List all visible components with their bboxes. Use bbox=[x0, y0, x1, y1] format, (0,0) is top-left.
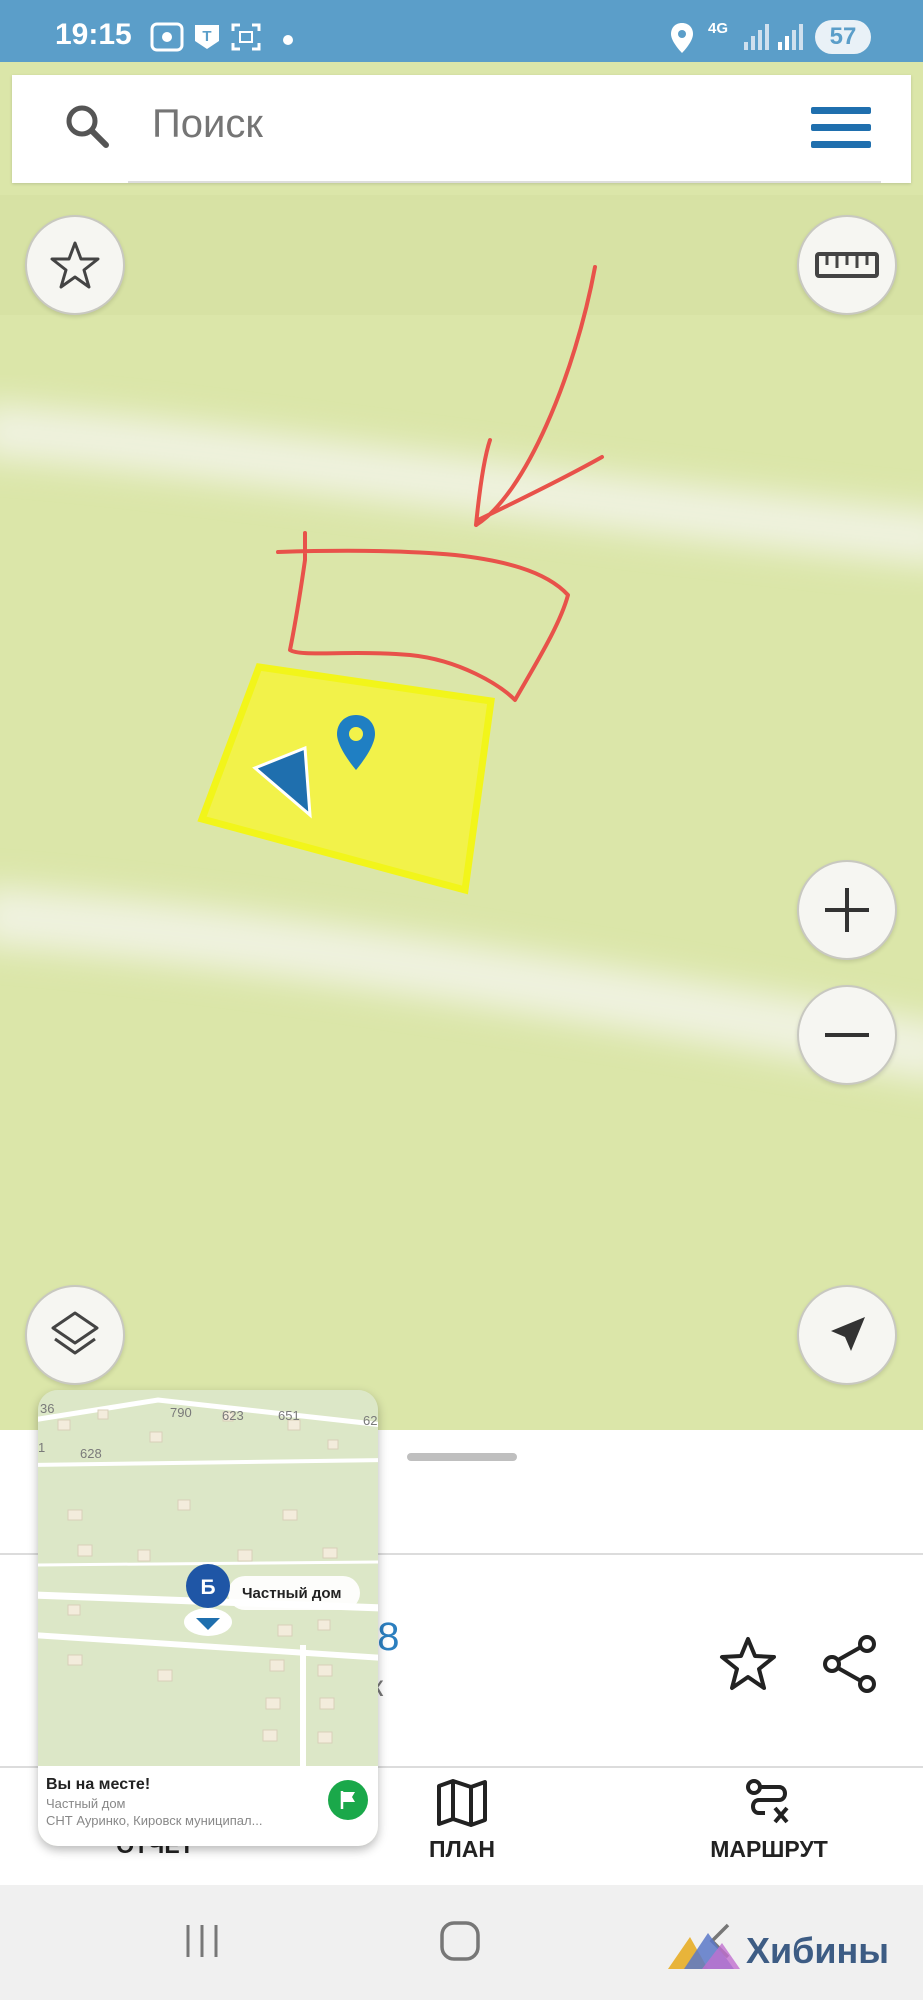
status-time: 19:15 bbox=[55, 18, 132, 51]
map-plan-icon bbox=[437, 1779, 487, 1827]
favorite-button[interactable] bbox=[25, 215, 125, 315]
svg-text:T: T bbox=[202, 28, 211, 45]
map-label: 790 bbox=[170, 1405, 192, 1420]
map-label: 623 bbox=[222, 1408, 244, 1423]
popup-minimap: 36 790 623 651 62 628 1 Частный дом Б bbox=[38, 1390, 378, 1766]
route-icon bbox=[746, 1779, 789, 1824]
signal-icon bbox=[744, 24, 769, 50]
search-underline bbox=[128, 181, 881, 183]
t-icon: T bbox=[195, 25, 219, 49]
tab-plan-label: ПЛАН bbox=[429, 1836, 495, 1862]
my-location-arrow-icon bbox=[831, 1317, 865, 1351]
home-icon[interactable] bbox=[438, 1919, 482, 1963]
map-label: 651 bbox=[278, 1408, 300, 1423]
search-icon[interactable] bbox=[64, 103, 110, 149]
tab-route[interactable]: МАРШРУТ bbox=[669, 1778, 869, 1863]
hamburger-menu-icon[interactable] bbox=[811, 105, 871, 151]
popup-marker-letter: Б bbox=[200, 1576, 215, 1599]
status-bar: 19:15 T 4G 57 bbox=[0, 0, 923, 62]
map-label: 628 bbox=[80, 1446, 102, 1461]
share-icon[interactable] bbox=[820, 1633, 880, 1695]
layers-button[interactable] bbox=[25, 1285, 125, 1385]
popup-footer: Вы на месте! Частный дом СНТ Ауринко, Ки… bbox=[38, 1766, 378, 1846]
ruler-button[interactable] bbox=[797, 215, 897, 315]
location-icon bbox=[671, 23, 693, 53]
dot-icon bbox=[283, 35, 293, 45]
watermark: Хибины bbox=[668, 1930, 889, 1972]
signal-icon bbox=[778, 24, 803, 50]
star-icon bbox=[50, 241, 100, 289]
popup-marker-label: Частный дом bbox=[242, 1585, 341, 1602]
arrival-popup[interactable]: 36 790 623 651 62 628 1 Частный дом Б Вы… bbox=[38, 1390, 378, 1846]
zoom-in-button[interactable] bbox=[797, 860, 897, 960]
zoom-in-icon bbox=[825, 888, 869, 932]
star-icon[interactable] bbox=[718, 1635, 778, 1693]
search-input[interactable] bbox=[152, 93, 752, 155]
my-location-button[interactable] bbox=[797, 1285, 897, 1385]
flag-icon[interactable] bbox=[328, 1780, 368, 1820]
mountains-logo-icon bbox=[668, 1933, 740, 1969]
sheet-drag-handle[interactable] bbox=[407, 1453, 517, 1461]
image-icon bbox=[150, 22, 184, 52]
tab-plan[interactable]: ПЛАН bbox=[362, 1778, 562, 1863]
ruler-icon bbox=[815, 252, 879, 278]
tab-route-label: МАРШРУТ bbox=[710, 1836, 828, 1862]
screenshot-icon bbox=[231, 23, 261, 51]
popup-title: Вы на месте! bbox=[46, 1776, 151, 1793]
map-label: 62 bbox=[363, 1413, 377, 1428]
search-bar bbox=[12, 75, 911, 183]
popup-address: СНТ Ауринко, Кировск муниципал... bbox=[46, 1813, 263, 1828]
battery-level: 57 bbox=[815, 20, 871, 54]
map-label: 1 bbox=[38, 1440, 45, 1455]
map-view[interactable] bbox=[0, 195, 923, 1430]
network-type: 4G bbox=[708, 20, 729, 37]
zoom-out-button[interactable] bbox=[797, 985, 897, 1085]
layers-icon bbox=[51, 1311, 99, 1355]
map-canvas bbox=[0, 195, 923, 1430]
zoom-out-icon bbox=[825, 1033, 869, 1037]
map-label: 36 bbox=[40, 1401, 54, 1416]
recents-icon[interactable] bbox=[182, 1921, 222, 1961]
watermark-text: Хибины bbox=[746, 1930, 889, 1971]
